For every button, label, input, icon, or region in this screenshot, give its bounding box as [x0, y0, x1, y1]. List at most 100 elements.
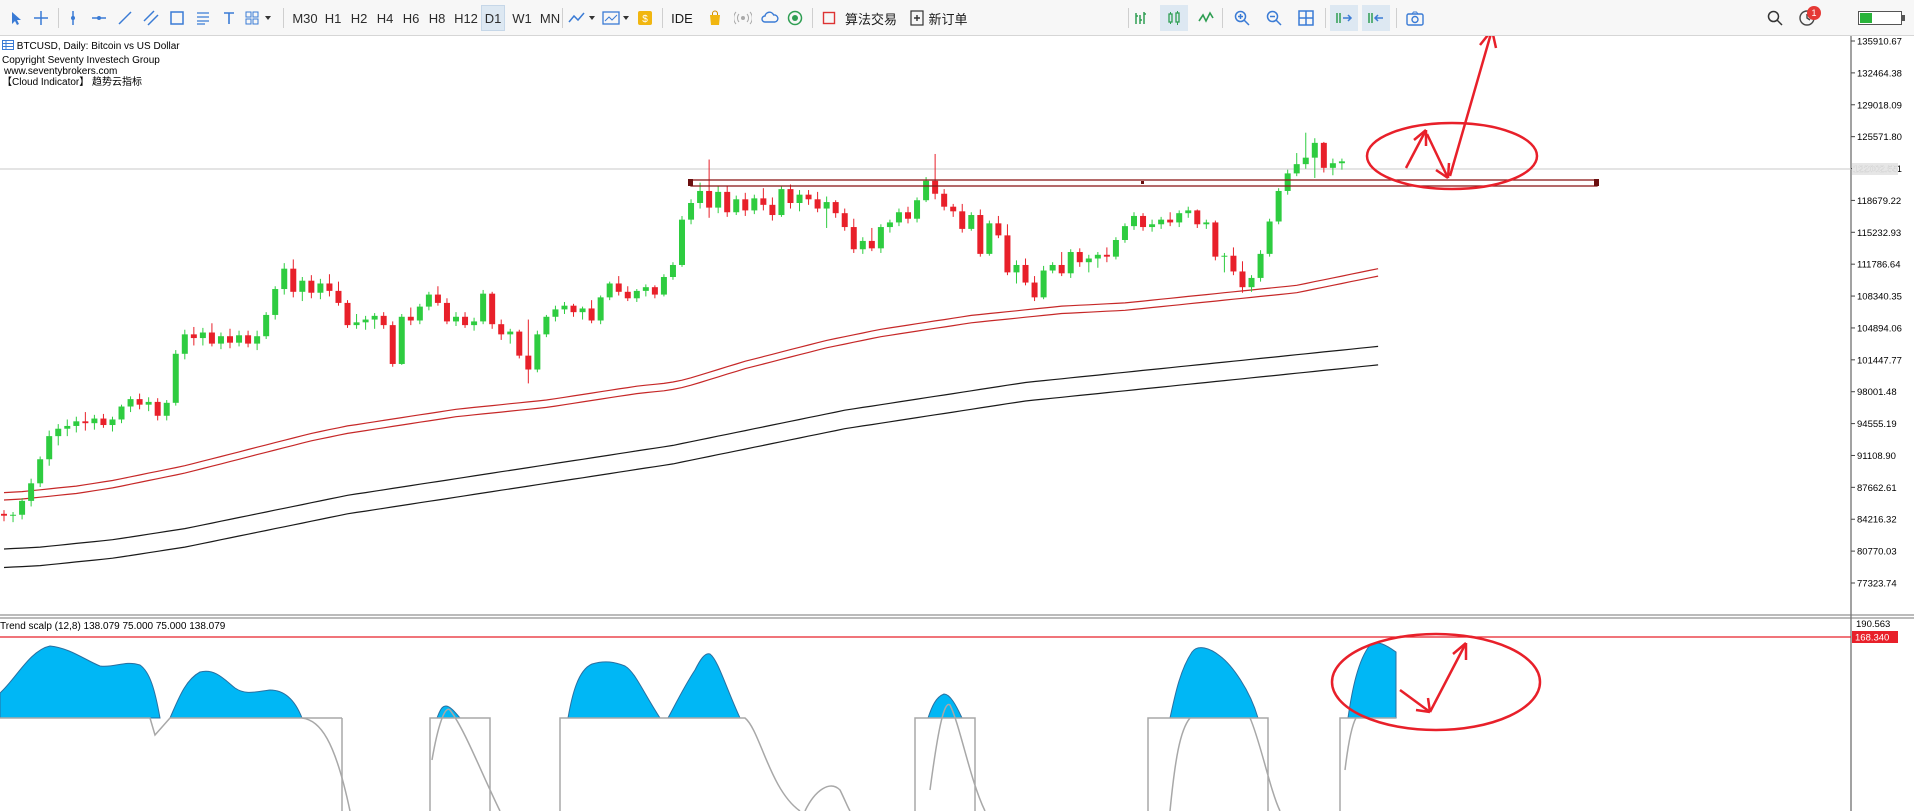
autoscroll-icon[interactable] [1330, 5, 1358, 31]
candle-body [308, 280, 315, 293]
horizontal-line-icon[interactable] [86, 5, 112, 31]
templates-menu-icon[interactable] [600, 5, 634, 31]
price-axis-label: 118679.22 [1857, 196, 1901, 207]
candle-bullish[interactable] [968, 212, 975, 231]
signal-icon[interactable] [730, 5, 756, 31]
candle-bearish[interactable] [516, 329, 523, 359]
candle-bullish[interactable] [923, 177, 930, 203]
chart-canvas[interactable]: 135910.67132464.38129018.09125571.801221… [0, 36, 1914, 811]
candle-bullish[interactable] [679, 215, 685, 267]
candle-bearish[interactable] [344, 300, 351, 328]
candle-bullish[interactable] [272, 286, 279, 320]
candle-body [407, 316, 414, 321]
candle-body [480, 293, 487, 322]
cursor-icon[interactable] [4, 5, 30, 31]
battery-nub [1902, 15, 1905, 21]
candle-bullish[interactable] [480, 289, 487, 325]
screenshot-icon[interactable] [1402, 5, 1428, 31]
price-axis-label: 125571.80 [1857, 132, 1902, 143]
candle-bullish[interactable] [1112, 237, 1119, 260]
candle-bullish[interactable] [1121, 223, 1128, 243]
candle-body [814, 199, 821, 209]
trendline-icon[interactable] [112, 5, 138, 31]
candle-body [1058, 264, 1065, 274]
candle-bearish[interactable] [977, 209, 984, 257]
text-tool-icon[interactable] [216, 5, 242, 31]
timeframe-h2[interactable]: H2 [345, 5, 373, 31]
resistance-handle-mid[interactable] [1141, 181, 1144, 184]
toolbar-separator [283, 8, 284, 28]
candle-bullish[interactable] [37, 456, 44, 488]
candle-body [968, 215, 975, 229]
shapes-icon[interactable] [164, 5, 190, 31]
crosshair-icon[interactable] [28, 5, 54, 31]
candle-body [579, 308, 586, 313]
candle-body [660, 277, 667, 295]
candle-body [760, 198, 767, 205]
indicators-menu-icon[interactable] [566, 5, 600, 31]
candle-bullish[interactable] [986, 220, 993, 256]
candle-bullish[interactable] [172, 350, 179, 406]
candle-body [1022, 264, 1029, 283]
chart-shift-icon[interactable] [1362, 5, 1390, 31]
resistance-handle-right[interactable] [1594, 179, 1599, 186]
candle-body [254, 336, 261, 344]
candle-body [1013, 264, 1020, 273]
candle-bullish[interactable] [398, 314, 405, 365]
market-dollar-icon[interactable]: $ [632, 5, 658, 31]
candle-bullish[interactable] [1275, 188, 1282, 225]
vertical-line-icon[interactable] [60, 5, 86, 31]
vps-icon[interactable] [783, 5, 809, 31]
timeframe-h8[interactable]: H8 [423, 5, 451, 31]
candle-body [326, 283, 333, 291]
candle-bullish[interactable] [660, 274, 667, 297]
timeframe-h4[interactable]: H4 [371, 5, 399, 31]
candle-bullish[interactable] [914, 197, 921, 223]
oscillator-label: Trend scalp (12,8) 138.079 75.000 75.000… [0, 621, 226, 632]
timeframe-d1[interactable]: D1 [481, 5, 505, 31]
timeframe-m30[interactable]: M30 [287, 5, 323, 31]
algo-trading-icon[interactable] [816, 5, 842, 31]
timeframe-h1[interactable]: H1 [319, 5, 347, 31]
candle-body [651, 287, 658, 295]
candlestick-chart-icon[interactable] [1160, 5, 1188, 31]
bar-chart-icon[interactable] [1128, 5, 1154, 31]
candle-bullish[interactable] [1040, 265, 1047, 300]
candle-body [886, 222, 893, 228]
objects-menu-icon[interactable] [242, 5, 276, 31]
algo-trading-button[interactable]: 算法交易 [840, 5, 902, 31]
candle-bullish[interactable] [1266, 218, 1273, 257]
candle-body [570, 305, 577, 313]
search-icon[interactable] [1762, 5, 1788, 31]
zoom-in-icon[interactable] [1229, 5, 1255, 31]
candle-bullish[interactable] [1284, 169, 1291, 195]
zoom-out-icon[interactable] [1261, 5, 1287, 31]
resistance-handle-left[interactable] [688, 179, 693, 186]
candle-bearish[interactable] [389, 321, 396, 367]
new-order-button[interactable]: 新订单 [926, 5, 970, 31]
candle-bullish[interactable] [543, 314, 550, 338]
channel-icon[interactable] [138, 5, 164, 31]
candle-body [1266, 221, 1273, 254]
fibonacci-icon[interactable] [190, 5, 216, 31]
candle-bullish[interactable] [778, 186, 785, 217]
candle-body [471, 321, 478, 326]
candle-bullish[interactable] [534, 330, 541, 373]
price-axis-label: 91108.90 [1857, 451, 1896, 462]
tile-windows-icon[interactable] [1293, 5, 1319, 31]
shopping-bag-icon[interactable] [702, 5, 728, 31]
candle-bullish[interactable] [1257, 250, 1264, 282]
candle-bullish[interactable] [597, 295, 604, 325]
candle-bearish[interactable] [1212, 220, 1219, 261]
candle-body [1284, 173, 1291, 191]
cloud-icon[interactable] [757, 5, 783, 31]
candle-bullish[interactable] [263, 312, 270, 339]
candle-bearish[interactable] [489, 291, 496, 329]
candle-body [688, 202, 695, 220]
timeframe-w1[interactable]: W1 [507, 5, 537, 31]
line-chart-icon[interactable] [1193, 5, 1219, 31]
candle-body [1121, 226, 1128, 240]
ide-button[interactable]: IDE [666, 5, 698, 31]
timeframe-h6[interactable]: H6 [397, 5, 425, 31]
timeframe-h12[interactable]: H12 [449, 5, 483, 31]
